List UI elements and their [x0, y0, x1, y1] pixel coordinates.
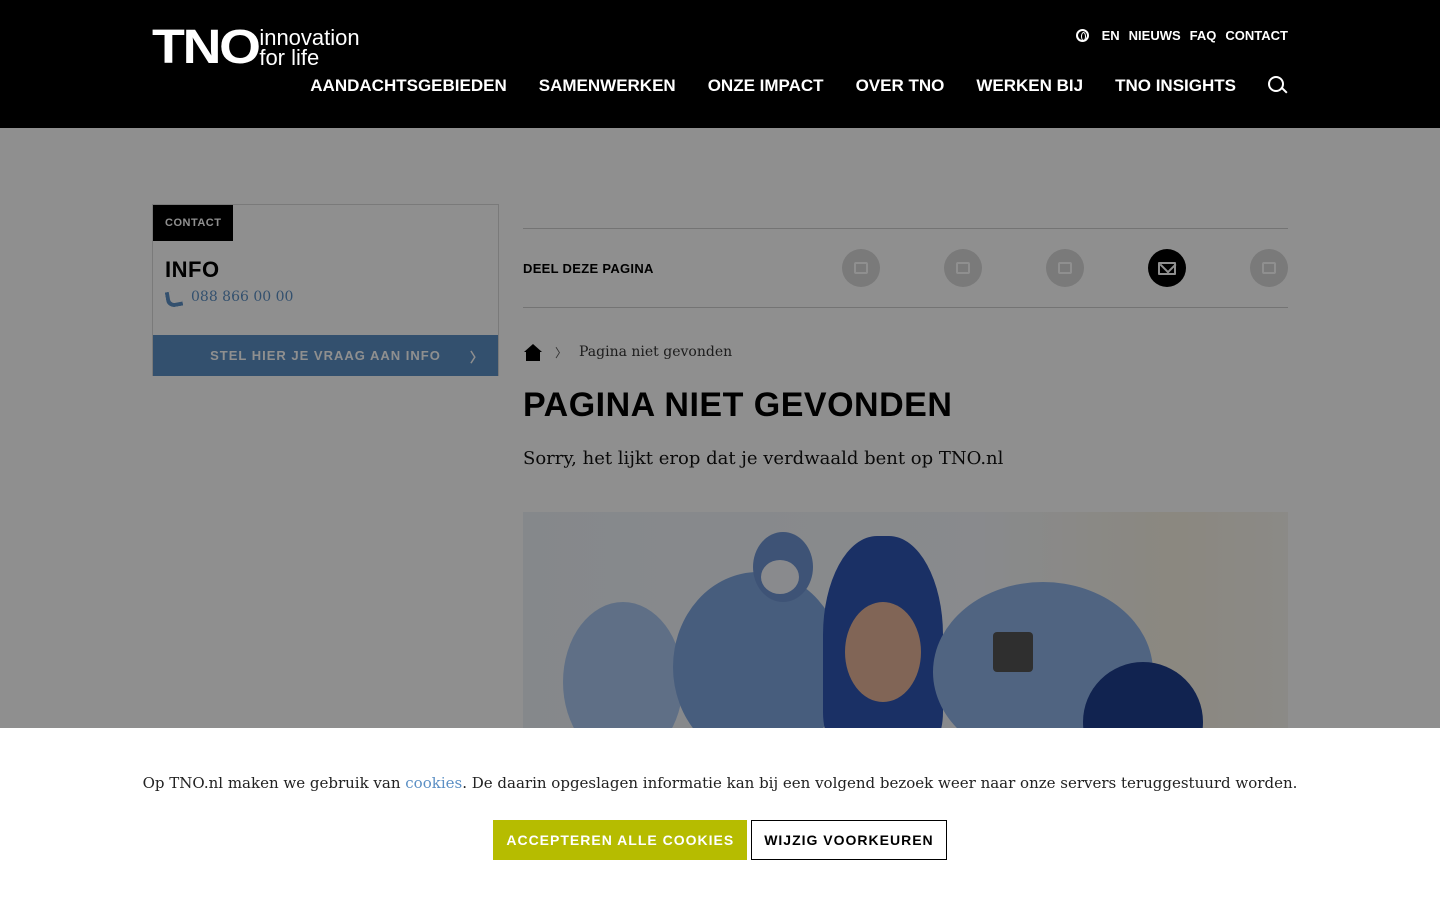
- search-icon[interactable]: [1268, 76, 1288, 96]
- logo-tagline-line-2: for life: [259, 45, 320, 70]
- nav-item-onze-impact[interactable]: ONZE IMPACT: [708, 76, 824, 96]
- cookie-text-after: . De daarin opgeslagen informatie kan bi…: [462, 774, 1298, 792]
- news-link[interactable]: NIEUWS: [1129, 28, 1181, 43]
- nav-item-over-tno[interactable]: OVER TNO: [856, 76, 945, 96]
- change-preferences-button[interactable]: WIJZIG VOORKEUREN: [751, 820, 947, 860]
- main-nav: AANDACHTSGEBIEDEN SAMENWERKEN ONZE IMPAC…: [310, 76, 1288, 96]
- cookie-actions: ACCEPTEREN ALLE COOKIES WIJZIG VOORKEURE…: [0, 820, 1440, 860]
- nav-item-werken-bij[interactable]: WERKEN BIJ: [976, 76, 1083, 96]
- nav-item-samenwerken[interactable]: SAMENWERKEN: [539, 76, 676, 96]
- cookie-banner: Op TNO.nl maken we gebruik van cookies. …: [0, 728, 1440, 900]
- modal-overlay[interactable]: [0, 128, 1440, 728]
- logo-mark: TNO: [152, 21, 261, 74]
- site-header: TNO innovation for life EN NIEUWS FAQ CO…: [0, 0, 1440, 128]
- nav-item-aandachtsgebieden[interactable]: AANDACHTSGEBIEDEN: [310, 76, 506, 96]
- cookies-link[interactable]: cookies: [405, 774, 462, 792]
- contact-link[interactable]: CONTACT: [1225, 28, 1288, 43]
- globe-icon: [1075, 29, 1089, 42]
- tno-logo[interactable]: TNO innovation for life: [152, 21, 360, 74]
- nav-item-tno-insights[interactable]: TNO INSIGHTS: [1115, 76, 1236, 96]
- cookie-text-before: Op TNO.nl maken we gebruik van: [142, 774, 406, 792]
- faq-link[interactable]: FAQ: [1190, 28, 1217, 43]
- accept-all-cookies-button[interactable]: ACCEPTEREN ALLE COOKIES: [493, 820, 748, 860]
- cookie-text: Op TNO.nl maken we gebruik van cookies. …: [0, 774, 1440, 792]
- logo-tagline: innovation for life: [259, 27, 359, 70]
- language-link[interactable]: EN: [1102, 28, 1120, 43]
- top-nav: EN NIEUWS FAQ CONTACT: [1075, 28, 1288, 43]
